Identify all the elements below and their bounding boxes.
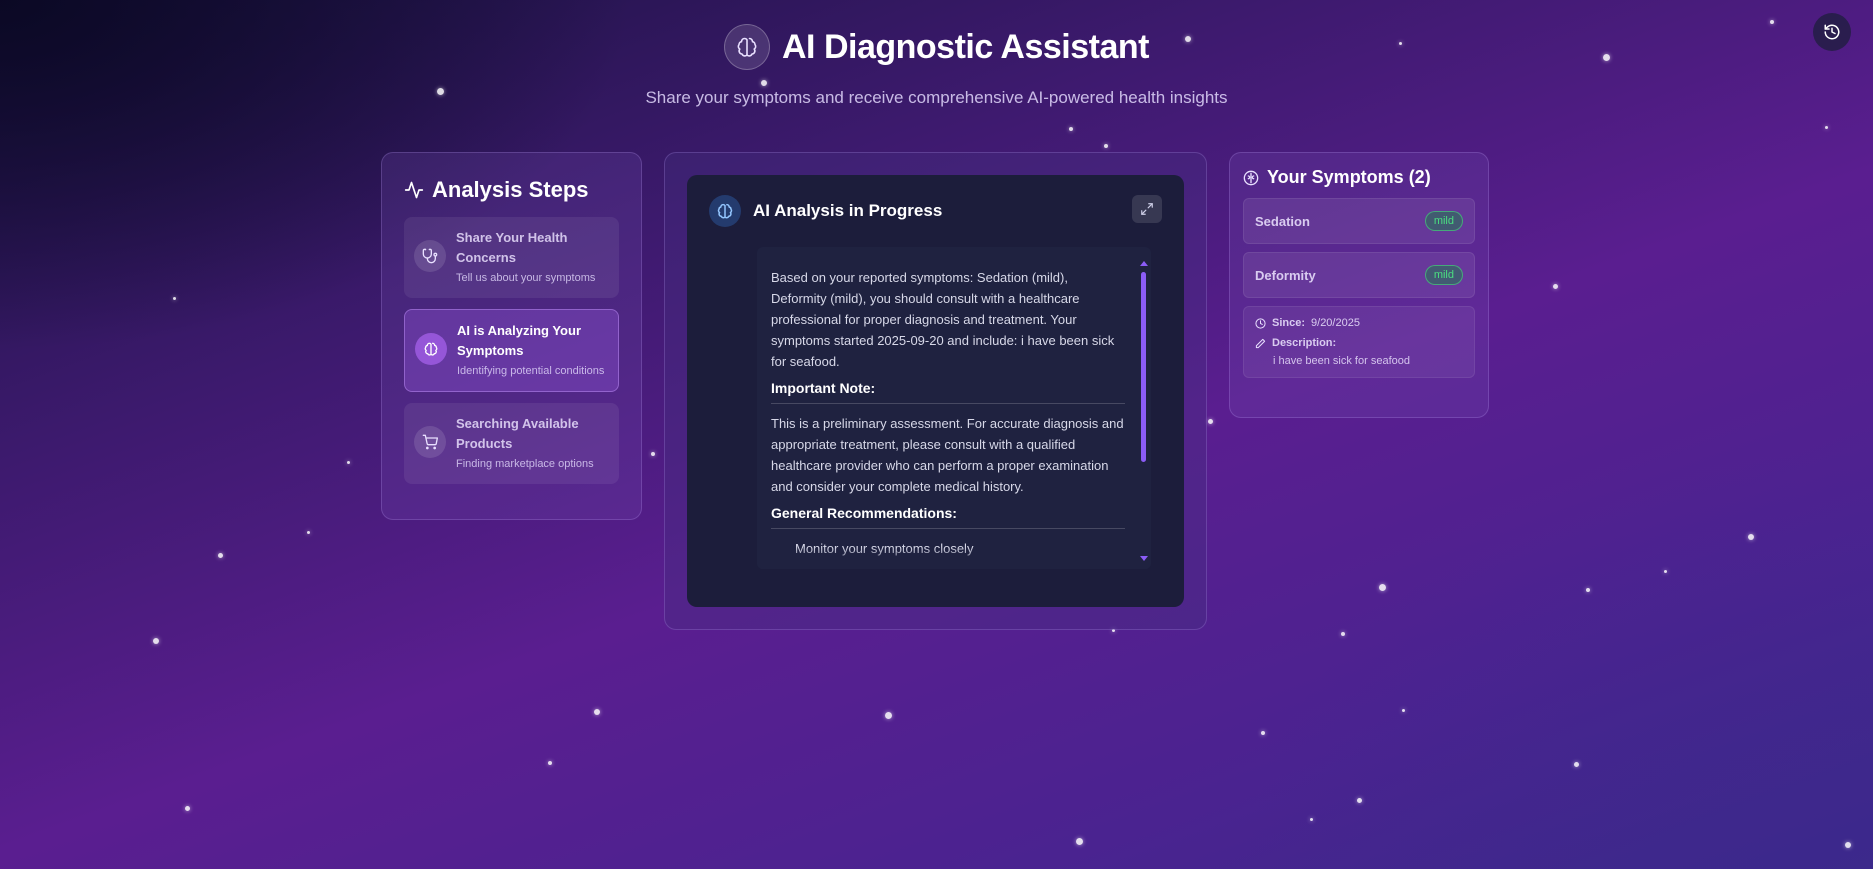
stethoscope-icon — [414, 240, 446, 272]
symptom-name: Sedation — [1255, 213, 1310, 229]
star-decoration — [307, 531, 310, 534]
symptoms-title: Your Symptoms (2) — [1267, 167, 1431, 187]
brain-icon — [415, 333, 447, 365]
description-value: i have been sick for seafood — [1273, 355, 1410, 367]
star-decoration — [1341, 632, 1345, 636]
star-decoration — [1357, 798, 1362, 803]
analysis-panel: AI Analysis in Progress Based on your re… — [664, 152, 1207, 630]
analysis-intro: Based on your reported symptoms: Sedatio… — [771, 270, 1115, 369]
expand-button[interactable] — [1132, 195, 1162, 223]
recommendations-heading: General Recommendations: — [771, 503, 1125, 529]
star-decoration — [1208, 419, 1213, 424]
star-decoration — [1261, 731, 1265, 735]
page-title: AI Diagnostic Assistant — [782, 27, 1149, 66]
star-decoration — [1553, 284, 1558, 289]
star-decoration — [1845, 842, 1851, 848]
activity-icon — [404, 181, 424, 199]
expand-icon — [1141, 203, 1153, 215]
star-decoration — [885, 712, 892, 719]
step-searching-products: Searching Available Products Finding mar… — [404, 403, 619, 484]
step-title: AI is Analyzing Your Symptoms — [457, 323, 582, 358]
star-decoration — [173, 297, 176, 300]
star-decoration — [1586, 588, 1590, 592]
star-decoration — [153, 638, 159, 644]
since-value: 9/20/2025 — [1311, 317, 1360, 329]
step-description: Tell us about your symptoms — [456, 272, 596, 284]
step-title: Share Your Health Concerns — [456, 230, 568, 265]
step-ai-analyzing: AI is Analyzing Your Symptoms Identifyin… — [404, 309, 619, 392]
brain-icon — [709, 195, 741, 227]
page-subtitle: Share your symptoms and receive comprehe… — [645, 88, 1228, 107]
star-decoration — [1402, 709, 1405, 712]
star-decoration — [185, 806, 190, 811]
history-button[interactable] — [1813, 13, 1851, 51]
analysis-card: AI Analysis in Progress Based on your re… — [687, 175, 1184, 607]
star-decoration — [1069, 127, 1073, 131]
analysis-steps-panel: Analysis Steps Share Your Health Concern… — [381, 152, 642, 520]
analysis-result-scroll[interactable]: Based on your reported symptoms: Sedatio… — [757, 247, 1151, 569]
step-share-concerns: Share Your Health Concerns Tell us about… — [404, 217, 619, 298]
clock-icon — [1255, 317, 1266, 329]
star-decoration — [548, 761, 552, 765]
scrollbar[interactable] — [1140, 261, 1148, 561]
star-decoration — [1379, 584, 1386, 591]
analysis-title: AI Analysis in Progress — [753, 201, 943, 220]
important-note-heading: Important Note: — [771, 378, 1125, 404]
symptoms-panel: Your Symptoms (2) Sedation mild Deformit… — [1229, 152, 1489, 418]
important-note-text: This is a preliminary assessment. For ac… — [771, 416, 1124, 494]
symptom-details: Since: 9/20/2025 Description: i have bee… — [1243, 306, 1475, 378]
star-decoration — [347, 461, 350, 464]
star-decoration — [1825, 126, 1828, 129]
description-label: Description: — [1272, 337, 1337, 349]
star-decoration — [1076, 838, 1083, 845]
star-decoration — [1574, 762, 1579, 767]
page-header: AI Diagnostic Assistant Share your sympt… — [0, 24, 1873, 108]
symptom-item: Sedation mild — [1243, 198, 1475, 244]
star-decoration — [1748, 534, 1754, 540]
since-label: Since: — [1272, 317, 1306, 329]
brain-icon — [724, 24, 770, 70]
step-description: Identifying potential conditions — [457, 365, 605, 377]
steps-title: Analysis Steps — [432, 177, 589, 202]
scrollbar-thumb[interactable] — [1141, 272, 1146, 462]
symptom-item: Deformity mild — [1243, 252, 1475, 298]
cart-icon — [414, 426, 446, 458]
brain-icon — [1243, 170, 1259, 185]
pencil-icon — [1255, 338, 1266, 348]
star-decoration — [1664, 570, 1667, 573]
star-decoration — [218, 553, 223, 558]
star-decoration — [651, 452, 655, 456]
severity-badge: mild — [1424, 211, 1463, 231]
history-icon — [1824, 24, 1840, 40]
symptom-name: Deformity — [1255, 267, 1316, 283]
star-decoration — [594, 709, 600, 715]
step-title: Searching Available Products — [456, 416, 579, 451]
severity-badge: mild — [1424, 265, 1463, 285]
step-description: Finding marketplace options — [456, 458, 594, 470]
star-decoration — [1104, 144, 1108, 148]
star-decoration — [1310, 818, 1313, 821]
